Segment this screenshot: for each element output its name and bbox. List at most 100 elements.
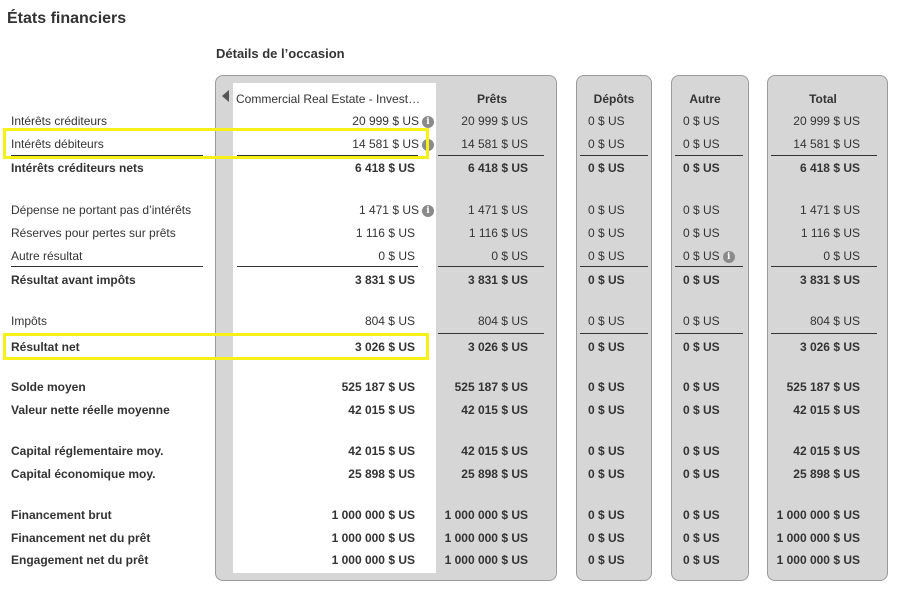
cell-deposits: 0 $ US bbox=[588, 273, 625, 287]
cell-other-value: 0 $ US bbox=[683, 161, 720, 175]
cell-other-value: 0 $ US bbox=[683, 531, 720, 545]
row-label: Autre résultat bbox=[11, 249, 83, 263]
row-separator bbox=[438, 266, 544, 267]
cell-opportunity: 3 831 $ US bbox=[355, 273, 415, 287]
cell-loans: 6 418 $ US bbox=[467, 161, 528, 175]
row-label: Financement brut bbox=[11, 508, 112, 522]
cell-other: 0 $ US bbox=[683, 273, 720, 287]
row-label: Résultat avant impôts bbox=[11, 273, 136, 287]
cell-total: 3 026 $ US bbox=[799, 340, 860, 354]
cell-other-value: 0 $ US bbox=[683, 444, 720, 458]
cell-opportunity: 1 000 000 $ US bbox=[332, 508, 415, 522]
cell-loans: 42 015 $ US bbox=[461, 403, 528, 417]
cell-opportunity-value: 804 $ US bbox=[364, 314, 415, 328]
cell-opportunity-value: 1 000 000 $ US bbox=[331, 531, 415, 545]
cell-opportunity-value: 1 471 $ US bbox=[358, 203, 419, 217]
cell-deposits: 0 $ US bbox=[588, 114, 625, 128]
info-icon[interactable]: i bbox=[422, 115, 434, 128]
cell-other: 0 $ US bbox=[683, 114, 720, 128]
cell-opportunity-value: 42 015 $ US bbox=[348, 403, 415, 417]
cell-opportunity: 6 418 $ US bbox=[355, 161, 415, 175]
cell-opportunity-value: 1 000 000 $ US bbox=[331, 553, 415, 567]
cell-opportunity: 1 471 $ US i bbox=[359, 203, 434, 217]
cell-other: 0 $ US bbox=[683, 553, 720, 567]
row-label: Intérêts créditeurs bbox=[11, 114, 108, 128]
row-separator bbox=[675, 155, 743, 156]
row-separator bbox=[771, 266, 877, 267]
cell-opportunity-value: 6 418 $ US bbox=[354, 161, 415, 175]
row-label: Capital réglementaire moy. bbox=[11, 444, 164, 458]
row-separator bbox=[580, 333, 648, 334]
cell-deposits: 0 $ US bbox=[588, 553, 625, 567]
cell-total: 3 831 $ US bbox=[799, 273, 860, 287]
row-separator bbox=[675, 333, 743, 334]
cell-deposits: 0 $ US bbox=[588, 467, 625, 481]
cell-other-value: 0 $ US bbox=[683, 273, 720, 287]
cell-opportunity: 1 116 $ US bbox=[356, 226, 415, 240]
row-separator bbox=[675, 266, 743, 267]
cell-other: 0 $ US bbox=[683, 161, 720, 175]
column-header-loans: Prêts bbox=[476, 92, 508, 106]
info-icon[interactable]: i bbox=[722, 250, 735, 263]
cell-other: 0 $ US bbox=[683, 314, 720, 328]
cell-other-value: 0 $ US bbox=[683, 314, 720, 328]
cell-loans: 1 000 000 $ US bbox=[444, 553, 528, 567]
info-icon[interactable]: i bbox=[422, 204, 434, 217]
cell-other: 0 $ US bbox=[683, 226, 720, 240]
scroll-left-icon[interactable] bbox=[222, 90, 229, 102]
column-header-opportunity[interactable]: Commercial Real Estate - Investment Prop… bbox=[236, 92, 430, 106]
row-label: Intérêts créditeurs nets bbox=[11, 161, 144, 175]
cell-deposits: 0 $ US bbox=[588, 340, 625, 354]
cell-loans: 20 999 $ US bbox=[461, 114, 528, 128]
cell-loans: 0 $ US bbox=[491, 249, 528, 263]
cell-total: 1 000 000 $ US bbox=[776, 531, 860, 545]
cell-total: 0 $ US bbox=[823, 249, 860, 263]
row-separator bbox=[771, 155, 877, 156]
cell-other: 0 $ US i bbox=[683, 249, 735, 263]
cell-loans: 25 898 $ US bbox=[461, 467, 528, 481]
cell-opportunity: 525 187 $ US bbox=[342, 380, 415, 394]
cell-other-value: 0 $ US bbox=[683, 467, 720, 481]
cell-other-value: 0 $ US bbox=[683, 380, 720, 394]
cell-opportunity-value: 20 999 $ US bbox=[352, 114, 419, 128]
cell-other-value: 0 $ US bbox=[683, 137, 720, 151]
cell-other: 0 $ US bbox=[683, 340, 720, 354]
cell-total: 42 015 $ US bbox=[793, 403, 860, 417]
cell-other: 0 $ US bbox=[683, 380, 720, 394]
cell-loans: 1 000 000 $ US bbox=[444, 508, 528, 522]
highlight-box-interest-expense bbox=[3, 128, 429, 159]
cell-opportunity: 804 $ US bbox=[365, 314, 415, 328]
cell-opportunity: 42 015 $ US bbox=[348, 403, 415, 417]
highlight-box-net-income bbox=[3, 333, 429, 360]
cell-other-value: 0 $ US bbox=[683, 403, 720, 417]
cell-other-value: 0 $ US bbox=[683, 203, 720, 217]
row-separator bbox=[771, 333, 877, 334]
cell-other-value: 0 $ US bbox=[683, 340, 720, 354]
cell-total: 1 471 $ US bbox=[799, 203, 860, 217]
row-separator bbox=[237, 266, 418, 267]
cell-other-value: 0 $ US bbox=[683, 553, 720, 567]
cell-loans: 42 015 $ US bbox=[461, 444, 528, 458]
page-title: États financiers bbox=[7, 10, 127, 27]
cell-other: 0 $ US bbox=[683, 444, 720, 458]
cell-deposits: 0 $ US bbox=[588, 137, 625, 151]
cell-loans: 14 581 $ US bbox=[461, 137, 528, 151]
cell-opportunity-value: 0 $ US bbox=[378, 249, 415, 263]
cell-opportunity-value: 1 116 $ US bbox=[355, 226, 415, 240]
cell-deposits: 0 $ US bbox=[588, 314, 625, 328]
cell-total: 6 418 $ US bbox=[799, 161, 860, 175]
cell-deposits: 0 $ US bbox=[588, 444, 625, 458]
cell-loans: 3 831 $ US bbox=[467, 273, 528, 287]
cell-total: 1 000 000 $ US bbox=[776, 508, 860, 522]
row-label: Financement net du prêt bbox=[11, 531, 151, 545]
row-label: Impôts bbox=[11, 314, 48, 328]
row-separator bbox=[438, 333, 544, 334]
cell-other: 0 $ US bbox=[683, 137, 720, 151]
cell-other: 0 $ US bbox=[683, 531, 720, 545]
cell-opportunity: 1 000 000 $ US bbox=[332, 531, 415, 545]
cell-opportunity-value: 525 187 $ US bbox=[341, 380, 415, 394]
cell-opportunity: 42 015 $ US bbox=[348, 444, 415, 458]
row-label: Engagement net du prêt bbox=[11, 553, 149, 567]
row-separator bbox=[580, 266, 648, 267]
cell-other-value: 0 $ US bbox=[683, 226, 720, 240]
